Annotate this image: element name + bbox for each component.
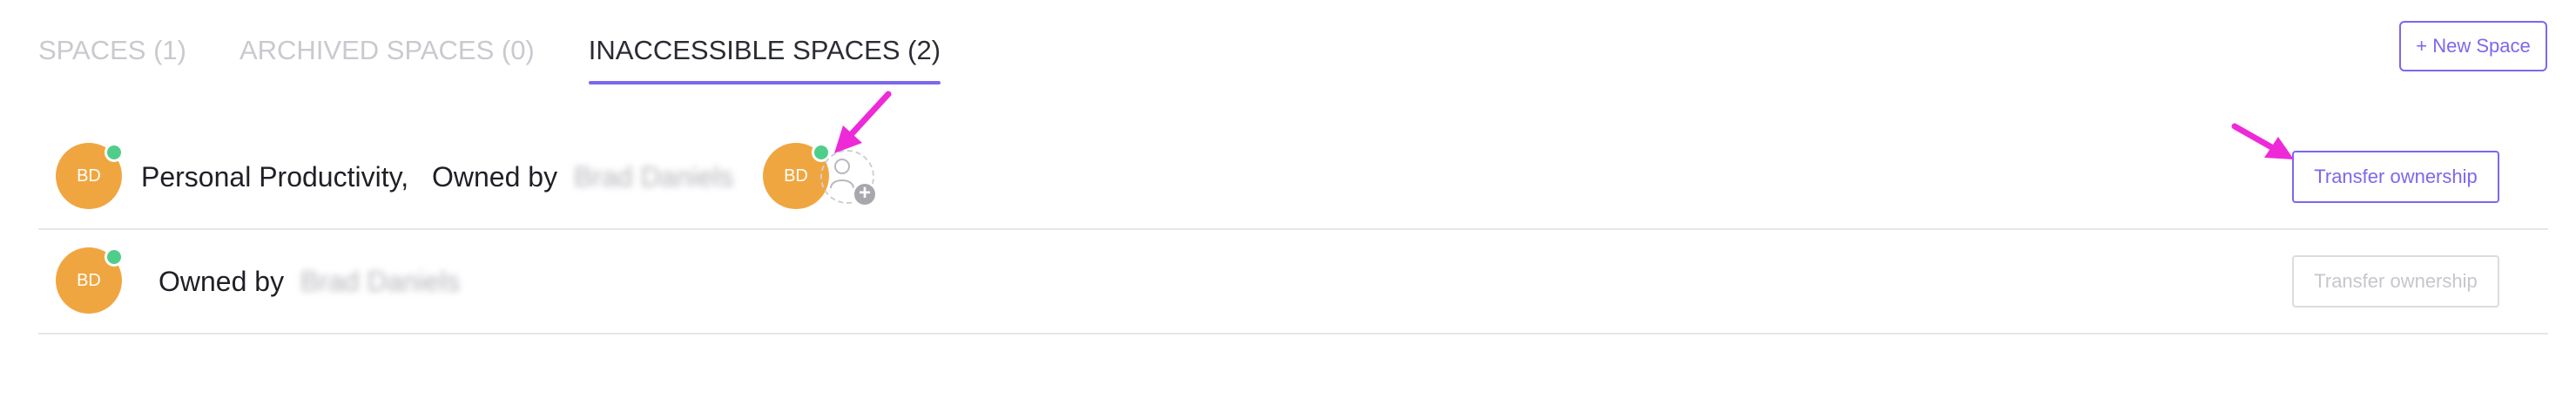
- avatar-initials: BD: [77, 166, 101, 186]
- avatar-initials: BD: [784, 166, 808, 186]
- tab-bar: SPACES (1) ARCHIVED SPACES (0) INACCESSI…: [38, 0, 941, 87]
- owner-name: Brad Daniels: [300, 266, 461, 297]
- space-row: BD Personal Productivity, Owned by Brad …: [38, 125, 2548, 230]
- tab-spaces[interactable]: SPACES (1): [38, 37, 186, 87]
- space-info: Owned by Brad Daniels: [158, 266, 460, 298]
- member-avatar[interactable]: BD: [763, 143, 831, 209]
- transfer-ownership-button[interactable]: Transfer ownership: [2292, 151, 2499, 203]
- plus-icon: +: [852, 181, 878, 207]
- online-status-dot: [105, 247, 124, 267]
- owner-name: Brad Daniels: [573, 161, 734, 193]
- space-info: Personal Productivity, Owned by Brad Dan…: [141, 161, 733, 193]
- transfer-ownership-button: Transfer ownership: [2292, 255, 2499, 308]
- owner-avatar: BD: [56, 247, 124, 314]
- tab-archived-spaces[interactable]: ARCHIVED SPACES (0): [239, 37, 535, 87]
- online-status-dot: [105, 143, 124, 162]
- owner-avatar: BD: [56, 143, 124, 209]
- space-name: Personal Productivity,: [141, 161, 409, 193]
- new-space-button[interactable]: + New Space: [2399, 21, 2547, 71]
- annotation-arrow-icon: [834, 91, 892, 153]
- space-row: BD Owned by Brad Daniels Transfer owners…: [38, 230, 2548, 335]
- avatar-initials: BD: [77, 270, 101, 290]
- owned-by-label: Owned by: [431, 161, 558, 193]
- tab-inaccessible-spaces[interactable]: INACCESSIBLE SPACES (2): [588, 37, 941, 87]
- annotation-arrow-icon: [2231, 123, 2294, 159]
- owned-by-label: Owned by: [158, 266, 285, 297]
- inaccessible-spaces-page: SPACES (1) ARCHIVED SPACES (0) INACCESSI…: [0, 0, 2576, 399]
